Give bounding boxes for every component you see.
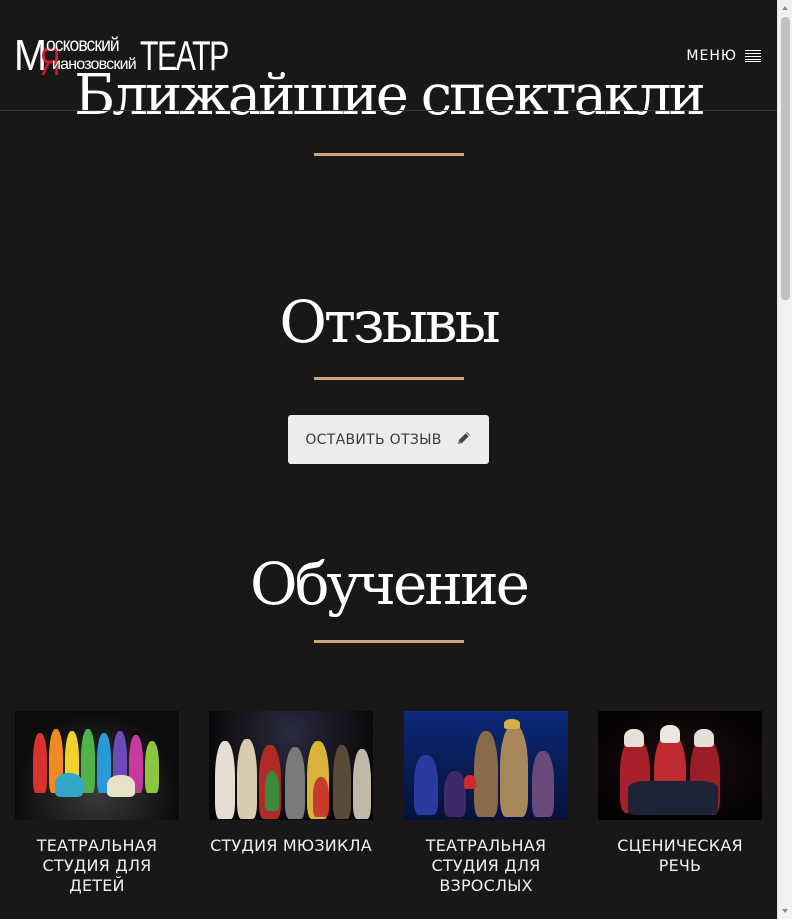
- education-card-stage-speech[interactable]: СЦЕНИЧЕСКАЯ РЕЧЬ: [598, 711, 762, 876]
- vertical-scrollbar[interactable]: [777, 0, 792, 919]
- theatre-logo[interactable]: М Я осковский ианозовский ТЕАТР: [14, 34, 229, 83]
- education-card-adult-studio[interactable]: ТЕАТРАЛЬНАЯ СТУДИЯ ДЛЯ ВЗРОСЛЫХ: [404, 711, 568, 896]
- reviews-divider: [314, 377, 464, 380]
- upcoming-divider: [314, 153, 464, 156]
- logo-line-1: осковский: [46, 35, 120, 56]
- logo-line-2: ианозовский: [52, 56, 137, 73]
- education-card-musical-studio[interactable]: СТУДИЯ МЮЗИКЛА: [209, 711, 373, 856]
- education-divider: [314, 640, 464, 643]
- stage-speech-caption: СЦЕНИЧЕСКАЯ РЕЧЬ: [617, 836, 743, 875]
- hamburger-icon: [745, 50, 761, 62]
- reviews-title: Отзывы: [279, 288, 500, 356]
- education-card-kids-studio[interactable]: ТЕАТРАЛЬНАЯ СТУДИЯ ДЛЯ ДЕТЕЙ: [15, 711, 179, 896]
- adult-studio-caption: ТЕАТРАЛЬНАЯ СТУДИЯ ДЛЯ ВЗРОСЛЫХ: [425, 836, 547, 895]
- musical-studio-caption: СТУДИЯ МЮЗИКЛА: [210, 836, 372, 855]
- menu-label: МЕНЮ: [686, 48, 737, 64]
- musical-studio-photo: [209, 711, 373, 820]
- logo-line-3: ТЕАТР: [140, 32, 229, 79]
- stage-speech-photo: [598, 711, 762, 820]
- kids-studio-photo: [15, 711, 179, 820]
- page: М Я осковский ианозовский ТЕАТР МЕНЮ Бли…: [0, 0, 777, 919]
- scroll-up-arrow-icon[interactable]: [782, 6, 788, 10]
- pencil-icon: [456, 430, 472, 450]
- scroll-down-arrow-icon[interactable]: [782, 909, 788, 913]
- leave-review-label: ОСТАВИТЬ ОТЗЫВ: [305, 431, 442, 448]
- adult-studio-photo: [404, 711, 568, 820]
- scroll-thumb[interactable]: [781, 17, 790, 300]
- kids-studio-caption: ТЕАТРАЛЬНАЯ СТУДИЯ ДЛЯ ДЕТЕЙ: [36, 836, 158, 895]
- menu-button[interactable]: МЕНЮ: [686, 44, 761, 68]
- leave-review-button[interactable]: ОСТАВИТЬ ОТЗЫВ: [288, 415, 489, 464]
- education-title: Обучение: [250, 550, 530, 618]
- site-header: М Я осковский ианозовский ТЕАТР МЕНЮ: [0, 0, 777, 111]
